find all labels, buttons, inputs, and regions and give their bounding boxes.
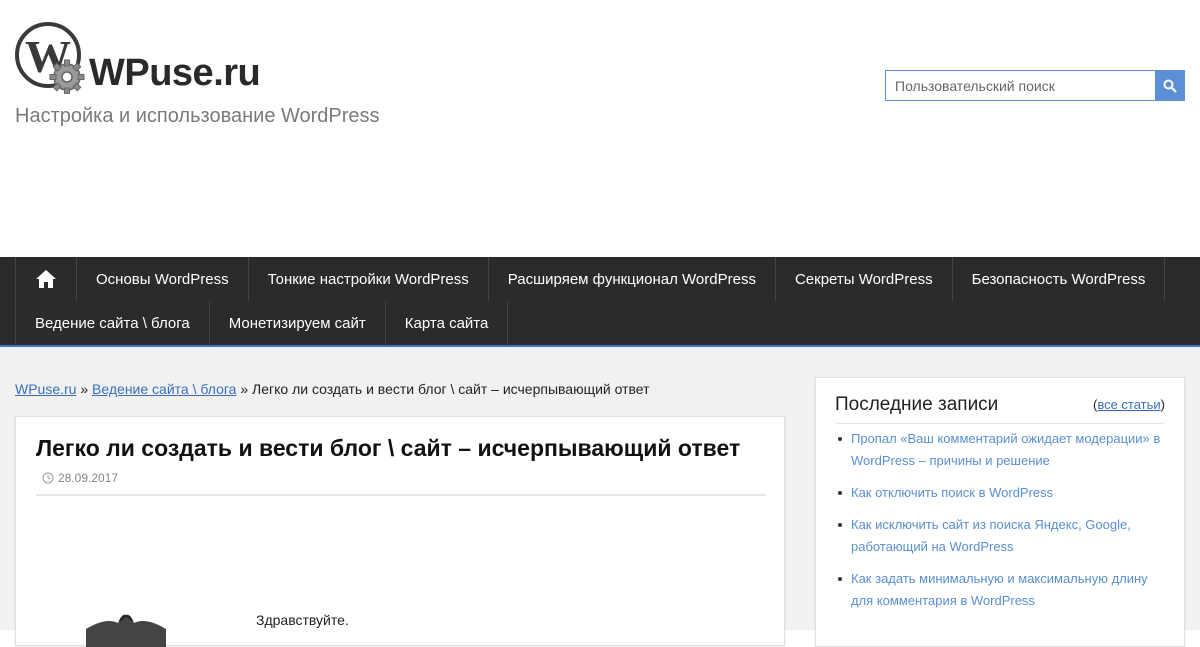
nav-item-fine-tuning[interactable]: Тонкие настройки WordPress bbox=[249, 257, 489, 301]
nav-row-1: Основы WordPress Тонкие настройки WordPr… bbox=[15, 257, 1166, 301]
nav-item-security[interactable]: Безопасность WordPress bbox=[953, 257, 1166, 301]
home-icon bbox=[36, 270, 56, 288]
recent-posts-widget: Последние записи (все статьи) Пропал «Ва… bbox=[815, 377, 1185, 647]
nav-item-basics[interactable]: Основы WordPress bbox=[77, 257, 249, 301]
recent-posts-list: Пропал «Ваш комментарий ожидает модераци… bbox=[838, 428, 1169, 622]
widget-divider bbox=[835, 423, 1165, 424]
nav-item-extend[interactable]: Расширяем функционал WordPress bbox=[489, 257, 776, 301]
search-input[interactable] bbox=[885, 70, 1155, 101]
nav-home[interactable] bbox=[15, 257, 77, 301]
article-meta: 28.09.2017 bbox=[42, 471, 118, 485]
article-divider bbox=[36, 494, 766, 496]
clock-icon bbox=[42, 472, 54, 484]
widget-title: Последние записи bbox=[835, 394, 999, 415]
main-nav: Основы WordPress Тонкие настройки WordPr… bbox=[0, 257, 1200, 345]
article-date: 28.09.2017 bbox=[58, 471, 119, 485]
search-icon bbox=[1163, 79, 1177, 93]
site-name[interactable]: WPuse.ru bbox=[89, 52, 261, 95]
nav-item-monetize[interactable]: Монетизируем сайт bbox=[210, 301, 386, 345]
all-posts-link[interactable]: все статьи bbox=[1097, 397, 1160, 412]
search-form bbox=[885, 70, 1185, 101]
nav-row-2: Ведение сайта \ блога Монетизируем сайт … bbox=[15, 301, 509, 345]
breadcrumb-separator: » bbox=[80, 381, 89, 397]
nav-item-blogging[interactable]: Ведение сайта \ блога bbox=[15, 301, 210, 345]
breadcrumb-current: Легко ли создать и вести блог \ сайт – и… bbox=[252, 381, 650, 397]
article-greeting: Здравствуйте. bbox=[256, 612, 349, 628]
site-logo[interactable]: W WPuse.ru bbox=[15, 22, 285, 100]
list-item[interactable]: Как задать минимальную и максимальную дл… bbox=[838, 568, 1169, 612]
all-posts: (все статьи) bbox=[1093, 397, 1165, 412]
list-item[interactable]: Как исключить сайт из поиска Яндекс, Goo… bbox=[838, 514, 1169, 558]
wordpress-logo-icon: W bbox=[15, 22, 85, 94]
article-card: Легко ли создать и вести блог \ сайт – и… bbox=[15, 416, 785, 647]
list-item[interactable]: Как отключить поиск в WordPress bbox=[838, 482, 1169, 504]
breadcrumb-category-link[interactable]: Ведение сайта \ блога bbox=[92, 381, 236, 397]
nav-item-secrets[interactable]: Секреты WordPress bbox=[776, 257, 953, 301]
site-header: W WPuse.ru Настройка и использование Wor… bbox=[0, 0, 1200, 257]
site-tagline: Настройка и использование WordPress bbox=[15, 105, 380, 127]
breadcrumb-home-link[interactable]: WPuse.ru bbox=[15, 381, 76, 397]
article-title: Легко ли создать и вести блог \ сайт – и… bbox=[36, 435, 741, 461]
breadcrumb-separator: » bbox=[240, 381, 249, 397]
article-image bbox=[86, 614, 166, 647]
breadcrumb: WPuse.ru » Ведение сайта \ блога » Легко… bbox=[15, 381, 650, 397]
nav-item-sitemap[interactable]: Карта сайта bbox=[386, 301, 509, 345]
list-item[interactable]: Пропал «Ваш комментарий ожидает модераци… bbox=[838, 428, 1169, 472]
all-posts-paren-close: ) bbox=[1160, 397, 1165, 412]
search-button[interactable] bbox=[1155, 70, 1185, 101]
